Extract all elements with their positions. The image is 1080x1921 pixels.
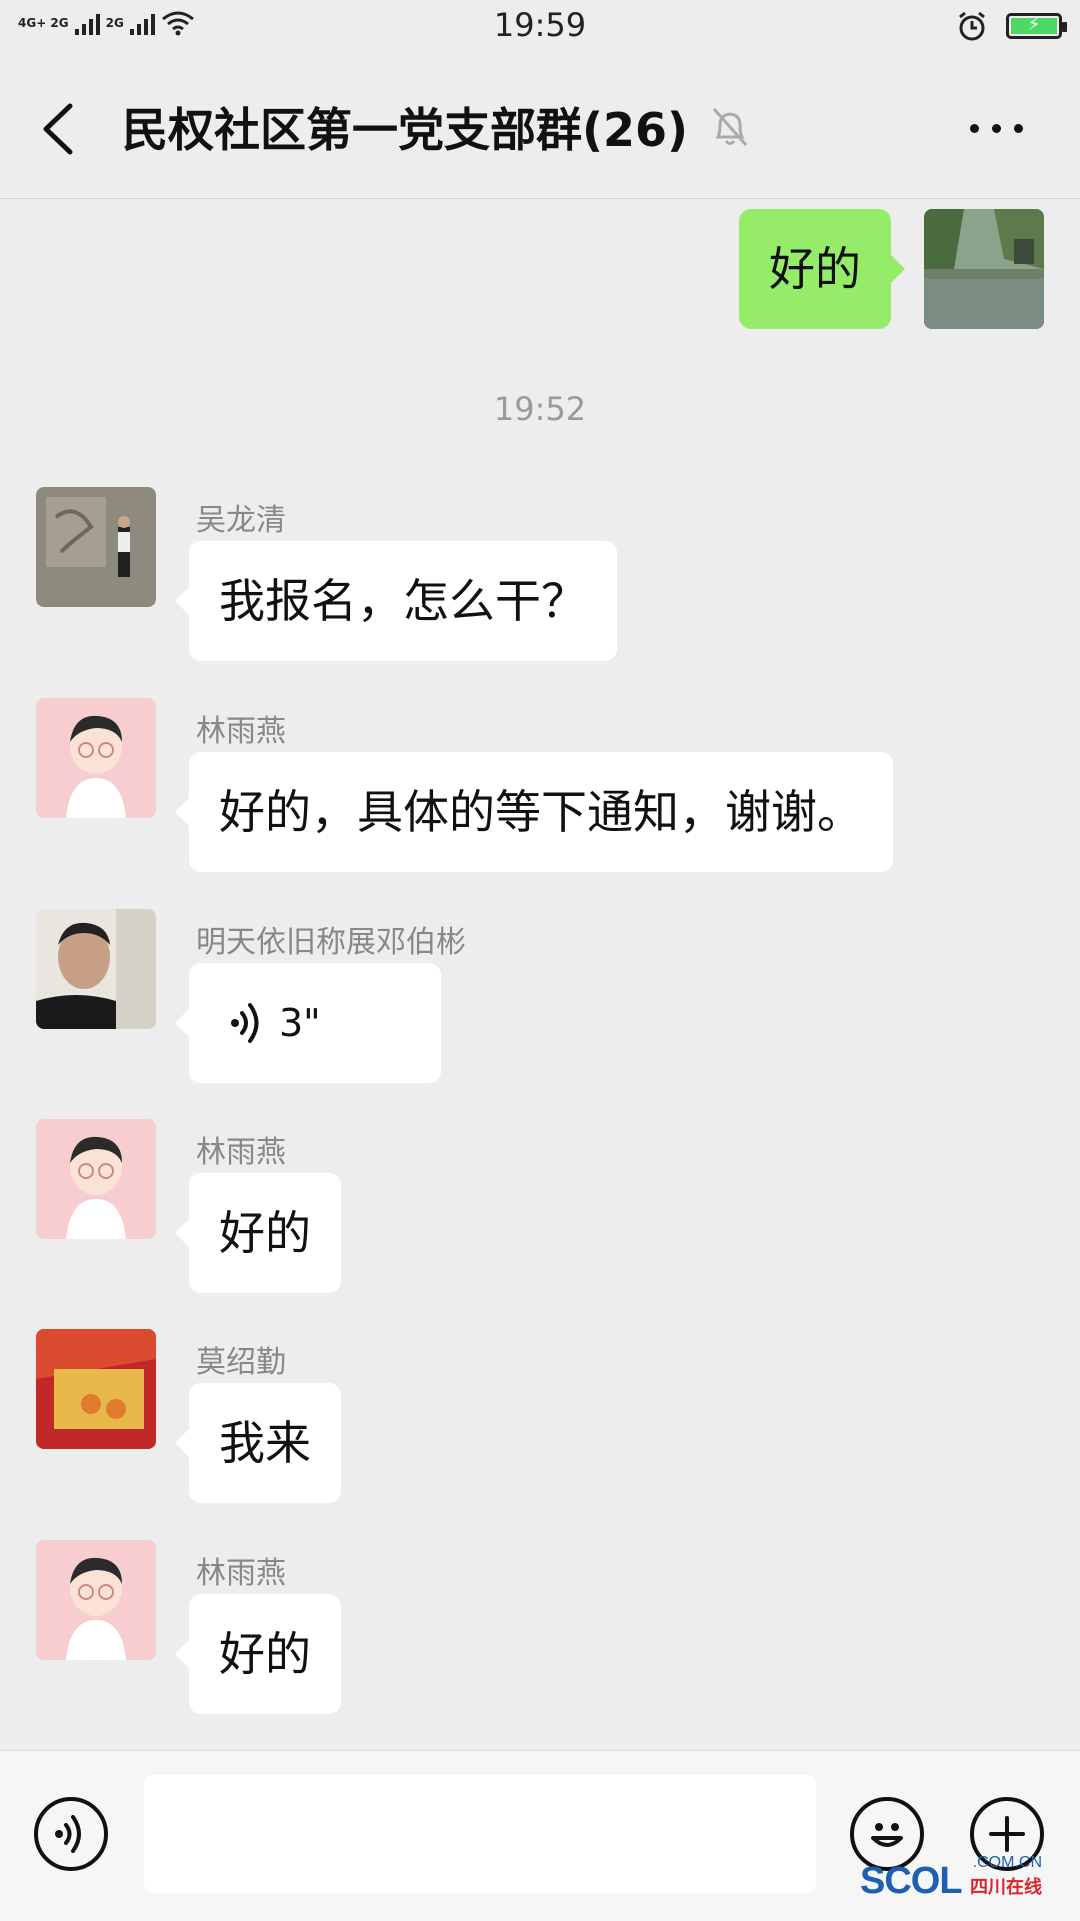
- received-message-bubble[interactable]: 好的，具体的等下通知，谢谢。: [175, 752, 893, 872]
- message-input[interactable]: [144, 1775, 816, 1893]
- watermark-cn-name: 四川在线: [970, 1877, 1042, 1897]
- voice-input-button[interactable]: [34, 1797, 108, 1871]
- sender-name: 吴龙清: [196, 503, 286, 538]
- dot: [1014, 123, 1023, 133]
- received-message-bubble[interactable]: 好的: [175, 1594, 341, 1714]
- message-text: 好的: [219, 1206, 311, 1260]
- voice-duration: 3": [279, 1001, 321, 1045]
- avatar[interactable]: [36, 1119, 156, 1239]
- received-message-bubble[interactable]: 我来: [175, 1383, 341, 1503]
- sender-name: 林雨燕: [196, 714, 286, 749]
- voice-message-bubble[interactable]: 3": [175, 963, 441, 1083]
- alarm-icon: [959, 11, 985, 41]
- title-group: 民权社区第一党支部群(26): [122, 94, 750, 160]
- man-avatar-image: [36, 909, 156, 1029]
- status-bar: 4G+ 2G 2G 19:59 ⚡: [0, 0, 1080, 58]
- sender-name: 莫绍勤: [196, 1345, 286, 1380]
- back-icon[interactable]: [38, 100, 78, 158]
- status-time: 19:59: [493, 6, 587, 44]
- page-title: 民权社区第一党支部群(26): [122, 103, 689, 157]
- received-message-bubble[interactable]: 好的: [175, 1173, 341, 1293]
- watermark-brand: SCOL: [859, 1860, 963, 1902]
- avatar[interactable]: [36, 1540, 156, 1660]
- scol-watermark: .COM.CN SCOL 四川在线: [859, 1854, 1042, 1903]
- message-text: 好的，具体的等下通知，谢谢。: [219, 785, 863, 839]
- message-text: 我来: [219, 1416, 311, 1470]
- voice-icon: [55, 1815, 81, 1853]
- dot: [992, 123, 1001, 133]
- battery-icon: ⚡: [1006, 13, 1067, 39]
- message-timestamp: 19:52: [493, 390, 587, 428]
- cartoon-girl-avatar-image: [36, 1119, 156, 1239]
- smiley-icon: [871, 1823, 903, 1847]
- dot: [970, 123, 979, 133]
- status-right: ⚡: [956, 10, 1067, 42]
- mute-bell-icon: [712, 108, 748, 146]
- message-text: 好的: [219, 1627, 311, 1681]
- message-text: 我报名，怎么干？: [219, 574, 587, 628]
- avatar[interactable]: [36, 1329, 156, 1449]
- message-text: 好的: [769, 242, 861, 296]
- my-avatar[interactable]: [924, 209, 1044, 329]
- cartoon-girl-avatar-image: [36, 698, 156, 818]
- input-bar: .COM.CN SCOL 四川在线: [0, 1750, 1080, 1921]
- watermark-domain: .COM.CN: [972, 1854, 1042, 1871]
- sender-name: 林雨燕: [196, 1135, 286, 1170]
- voice-wave-icon: [231, 1003, 259, 1043]
- avatar[interactable]: [36, 487, 156, 607]
- chat-header: 民权社区第一党支部群(26): [0, 58, 1080, 199]
- plus-icon: [989, 1816, 1025, 1852]
- message-list[interactable]: 好的 19:52 吴龙清 我报名，怎么干？ 林雨燕 好的，具体的等下通知，谢谢。…: [0, 199, 1080, 1749]
- more-button[interactable]: [970, 116, 1030, 140]
- received-message-bubble[interactable]: 我报名，怎么干？: [175, 541, 617, 661]
- landscape-avatar-image: [924, 209, 1044, 329]
- stone-avatar-image: [36, 487, 156, 607]
- sender-name: 林雨燕: [196, 1556, 286, 1591]
- sender-name: 明天依旧称展邓伯彬: [196, 925, 466, 960]
- avatar[interactable]: [36, 909, 156, 1029]
- cartoon-girl-avatar-image: [36, 1540, 156, 1660]
- avatar[interactable]: [36, 698, 156, 818]
- product-package-avatar-image: [36, 1329, 156, 1449]
- sent-message-bubble[interactable]: 好的: [739, 209, 905, 329]
